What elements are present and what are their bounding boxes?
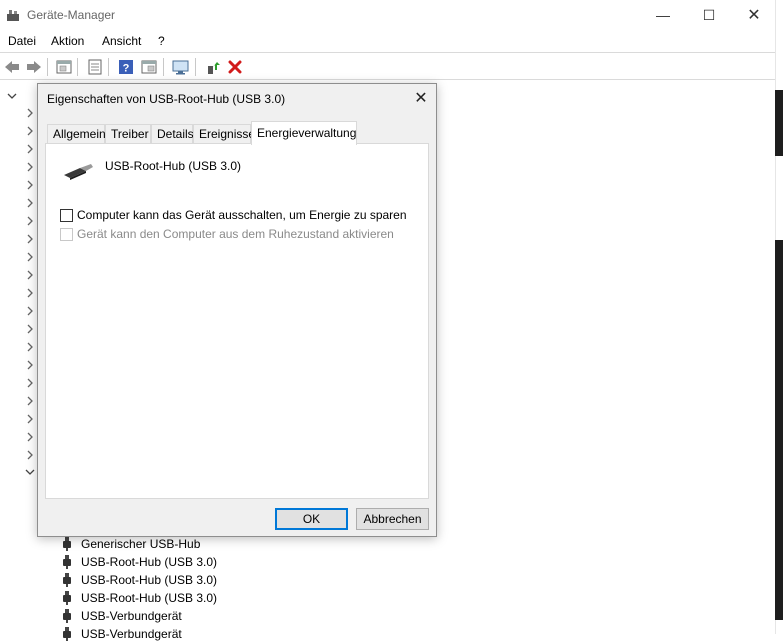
title-bar: Geräte-Manager — ☐ ✕ [0,0,775,31]
collapsed-chevron-icon[interactable] [24,197,36,209]
help-icon: ? [119,60,133,75]
collapsed-chevron-icon[interactable] [24,449,36,461]
update-driver-icon [141,60,157,74]
toolbar-separator [163,58,164,76]
device-view-icon [56,60,72,74]
collapsed-chevron-icon[interactable] [24,359,36,371]
toolbar-separator [108,58,109,76]
tab-details[interactable]: Details [151,124,194,144]
tab-allgemein[interactable]: Allgemein [47,124,106,144]
collapsed-chevron-icon[interactable] [24,233,36,245]
allow-power-off-option[interactable]: Computer kann das Gerät ausschalten, um … [60,207,407,223]
allow-wake-label: Gerät kann den Computer aus dem Ruhezust… [77,227,394,241]
menu-help[interactable]: ? [158,34,165,48]
tree-item[interactable]: USB-Root-Hub (USB 3.0) [62,553,217,571]
toolbar: ? [0,54,775,80]
scan-hardware-icon [172,60,189,75]
usb-device-icon [63,537,71,551]
toolbar-separator [77,58,78,76]
collapsed-chevron-icon[interactable] [24,269,36,281]
usb-device-icon [63,609,71,623]
expanded-chevron-icon[interactable] [24,466,36,478]
collapsed-chevron-icon[interactable] [24,179,36,191]
collapsed-chevron-icon[interactable] [24,305,36,317]
forward-arrow-icon [27,61,41,73]
collapsed-chevron-icon[interactable] [24,125,36,137]
tree-item-label: USB-Verbundgerät [81,609,182,623]
collapsed-chevron-icon[interactable] [24,431,36,443]
usb-device-icon [63,627,71,641]
tree-item-label: USB-Root-Hub (USB 3.0) [81,573,218,587]
usb-device-icon [63,591,71,605]
scan-hardware-button[interactable] [171,57,191,77]
tree-item-label: Generischer USB-Hub [81,537,201,551]
background-window-edge [775,90,783,156]
collapsed-chevron-icon[interactable] [24,287,36,299]
toolbar-separator [195,58,196,76]
collapsed-chevron-icon[interactable] [24,395,36,407]
menu-ansicht[interactable]: Ansicht [102,34,141,48]
enable-device-button[interactable] [203,57,223,77]
menu-bar: Datei Aktion Ansicht ? [0,31,775,53]
svg-text:?: ? [123,63,130,75]
maximize-button[interactable]: ☐ [686,0,732,31]
collapsed-chevron-icon[interactable] [24,161,36,173]
tab-treiber[interactable]: Treiber [105,124,151,144]
tree-item[interactable]: USB-Root-Hub (USB 3.0) [62,589,217,607]
help-button[interactable]: ? [116,57,136,77]
allow-power-off-label: Computer kann das Gerät ausschalten, um … [77,208,407,222]
uninstall-device-icon [228,60,242,74]
usb-device-icon [63,573,71,587]
minimize-button[interactable]: — [640,0,686,31]
tree-item-label: USB-Root-Hub (USB 3.0) [81,555,218,569]
background-window-edge [775,240,783,620]
tree-item-label: USB-Root-Hub (USB 3.0) [81,591,218,605]
cancel-button[interactable]: Abbrechen [356,508,429,530]
collapsed-chevron-icon[interactable] [24,251,36,263]
forward-button[interactable] [24,57,44,77]
root-expand-chevron-icon[interactable] [6,90,18,102]
tree-item[interactable]: USB-Verbundgerät [62,625,182,643]
collapsed-chevron-icon[interactable] [24,413,36,425]
collapsed-chevron-icon[interactable] [24,323,36,335]
menu-datei[interactable]: Datei [8,34,36,48]
power-management-panel: USB-Root-Hub (USB 3.0) Computer kann das… [45,143,429,499]
dialog-close-button[interactable]: ✕ [408,87,434,111]
dialog-title: Eigenschaften von USB-Root-Hub (USB 3.0) [47,92,286,106]
device-name: USB-Root-Hub (USB 3.0) [105,159,242,173]
allow-power-off-checkbox[interactable] [60,208,73,222]
collapsed-chevron-icon[interactable] [24,143,36,155]
properties-icon [88,59,102,75]
tree-item[interactable]: USB-Root-Hub (USB 3.0) [62,571,217,589]
usb-plug-icon [64,164,93,180]
allow-wake-option: Gerät kann den Computer aus dem Ruhezust… [60,226,394,242]
update-driver-button[interactable] [139,57,159,77]
properties-dialog: Eigenschaften von USB-Root-Hub (USB 3.0)… [37,83,437,537]
collapsed-chevron-icon[interactable] [24,215,36,227]
tree-item[interactable]: USB-Verbundgerät [62,607,182,625]
back-arrow-icon [5,61,19,73]
tab-energieverwaltung[interactable]: Energieverwaltung [251,121,357,145]
menu-aktion[interactable]: Aktion [51,34,84,48]
close-window-button[interactable]: ✕ [731,0,777,31]
toolbar-separator [47,58,48,76]
allow-wake-checkbox [60,227,73,241]
tab-ereignisse[interactable]: Ereignisse [193,124,255,144]
window-title: Geräte-Manager [27,8,116,22]
uninstall-device-button[interactable] [225,57,245,77]
device-view-button[interactable] [54,57,74,77]
device-manager-icon [7,10,19,21]
back-button[interactable] [2,57,22,77]
enable-device-icon [208,62,220,74]
usb-device-icon [63,555,71,569]
collapsed-chevron-icon[interactable] [24,341,36,353]
tree-item-label: USB-Verbundgerät [81,627,182,641]
tree-item[interactable]: Generischer USB-Hub [62,535,200,553]
collapsed-chevron-icon[interactable] [24,377,36,389]
ok-button[interactable]: OK [275,508,348,530]
properties-button[interactable] [85,57,105,77]
collapsed-chevron-icon[interactable] [24,107,36,119]
